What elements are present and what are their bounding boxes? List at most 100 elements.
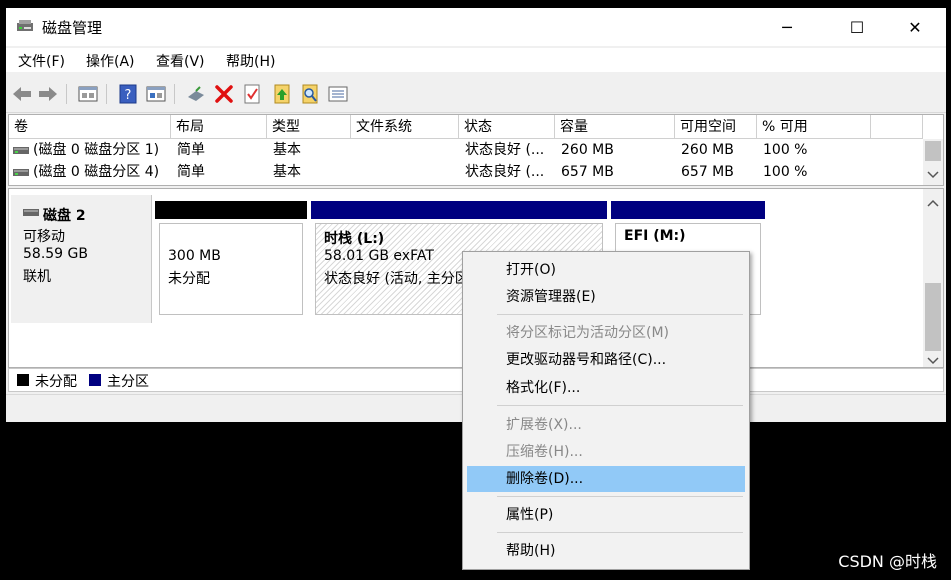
menu-separator <box>497 532 743 533</box>
cell-type: 基本 <box>273 164 301 180</box>
partition-bar <box>611 201 765 219</box>
column-header-status[interactable]: 状态 <box>459 115 555 139</box>
menu-separator <box>497 405 743 406</box>
disk-info[interactable]: 磁盘 2 可移动 58.59 GB 联机 <box>11 195 152 323</box>
cell-status: 状态良好 (... <box>465 164 545 180</box>
check-icon[interactable] <box>242 84 262 104</box>
volume-icon <box>13 169 29 176</box>
chevron-down-icon[interactable] <box>927 357 939 365</box>
column-header-empty <box>871 115 923 139</box>
disk-status: 联机 <box>23 269 51 285</box>
scrollbar-thumb[interactable] <box>925 283 941 351</box>
cell-free-space: 657 MB <box>681 164 734 180</box>
connect-icon[interactable] <box>186 84 206 104</box>
partition-bar <box>311 201 607 219</box>
watermark: CSDN @时栈 <box>838 552 937 571</box>
help-icon[interactable]: ? <box>118 84 138 104</box>
partition-bar <box>155 201 307 219</box>
menu-file[interactable]: 文件(F) <box>18 51 65 71</box>
context-menu: 打开(O) 资源管理器(E) 将分区标记为活动分区(M) 更改驱动器号和路径(C… <box>462 251 750 570</box>
partition-body[interactable]: 300 MB 未分配 <box>159 223 303 315</box>
minimize-button[interactable]: ─ <box>764 8 810 46</box>
legend-swatch-unallocated <box>17 374 29 386</box>
delete-icon[interactable] <box>214 84 234 104</box>
properties-icon[interactable] <box>78 84 98 104</box>
cell-percent-free: 100 % <box>763 164 808 180</box>
menu-delete-volume[interactable]: 删除卷(D)... <box>467 466 745 492</box>
disk-icon <box>23 209 39 216</box>
menu-action[interactable]: 操作(A) <box>86 51 135 71</box>
title-bar[interactable]: 磁盘管理 ─ ☐ ✕ <box>6 8 946 46</box>
menu-explorer[interactable]: 资源管理器(E) <box>467 284 745 310</box>
disk-name: 磁盘 2 <box>43 208 86 224</box>
up-folder-icon[interactable] <box>272 84 292 104</box>
menu-help[interactable]: 帮助(H) <box>226 51 275 71</box>
menu-change-drive-letter[interactable]: 更改驱动器号和路径(C)... <box>467 347 745 373</box>
column-header-filesystem[interactable]: 文件系统 <box>351 115 459 139</box>
column-header-volume[interactable]: 卷 <box>9 115 171 139</box>
toolbar: ? <box>6 74 946 113</box>
toolbar-separator <box>174 84 175 104</box>
close-icon: ✕ <box>908 17 922 37</box>
menu-bar: 文件(F) 操作(A) 查看(V) 帮助(H) <box>6 48 946 72</box>
cell-layout: 简单 <box>177 164 205 180</box>
maximize-button[interactable]: ☐ <box>834 8 880 46</box>
column-header-percent-free[interactable]: % 可用 <box>757 115 871 139</box>
menu-shrink-volume: 压缩卷(H)... <box>506 444 583 460</box>
disk-size: 58.59 GB <box>23 246 88 262</box>
search-folder-icon[interactable] <box>300 84 320 104</box>
legend-swatch-primary <box>89 374 101 386</box>
menu-properties[interactable]: 属性(P) <box>467 502 745 528</box>
close-button[interactable]: ✕ <box>892 8 938 46</box>
partition-title: EFI (M:) <box>624 228 686 244</box>
cell-volume: (磁盘 0 磁盘分区 4) <box>33 164 160 180</box>
list-view-icon[interactable] <box>328 84 348 104</box>
cell-free-space: 260 MB <box>681 142 734 158</box>
toolbar-separator <box>106 84 107 104</box>
cell-capacity: 657 MB <box>561 164 614 180</box>
partition-size: 300 MB <box>168 248 221 264</box>
svg-text:?: ? <box>125 88 132 103</box>
cell-layout: 简单 <box>177 142 205 158</box>
menu-help-item[interactable]: 帮助(H) <box>467 538 745 564</box>
volume-list-scrollbar[interactable] <box>923 139 943 185</box>
column-header-capacity[interactable]: 容量 <box>555 115 675 139</box>
menu-separator <box>497 314 743 315</box>
window-title: 磁盘管理 <box>42 19 103 37</box>
menu-open[interactable]: 打开(O) <box>467 257 745 283</box>
graph-scrollbar[interactable] <box>923 189 943 367</box>
menu-mark-active: 将分区标记为活动分区(M) <box>506 325 670 341</box>
partition-title: 时栈 (L:) <box>324 231 385 247</box>
table-row[interactable]: (磁盘 0 磁盘分区 4) 简单 基本 状态良好 (... 657 MB 657… <box>9 161 923 181</box>
scrollbar-thumb[interactable] <box>925 141 941 161</box>
column-header-type[interactable]: 类型 <box>267 115 351 139</box>
back-icon[interactable] <box>12 84 32 104</box>
menu-separator <box>497 496 743 497</box>
maximize-icon: ☐ <box>849 17 865 37</box>
partition-unallocated[interactable]: 300 MB 未分配 <box>155 201 307 319</box>
table-row[interactable]: (磁盘 0 磁盘分区 1) 简单 基本 状态良好 (... 260 MB 260… <box>9 139 923 161</box>
toolbar-separator <box>66 84 67 104</box>
column-header-free-space[interactable]: 可用空间 <box>675 115 757 139</box>
legend-label-primary: 主分区 <box>107 374 149 390</box>
cell-status: 状态良好 (... <box>465 142 545 158</box>
show-hide-icon[interactable] <box>146 84 166 104</box>
disk-management-icon <box>17 20 33 31</box>
menu-extend-volume: 扩展卷(X)... <box>506 417 582 433</box>
volume-icon <box>13 147 29 154</box>
chevron-down-icon[interactable] <box>927 171 939 179</box>
volume-list: 卷 布局 类型 文件系统 状态 容量 可用空间 % 可用 (磁盘 0 磁盘分区 … <box>8 114 944 186</box>
legend-label-unallocated: 未分配 <box>35 374 77 390</box>
cell-percent-free: 100 % <box>763 142 808 158</box>
partition-status: 状态良好 (活动, 主分区) <box>324 271 475 287</box>
partition-size: 58.01 GB exFAT <box>324 248 434 264</box>
column-header-layout[interactable]: 布局 <box>171 115 267 139</box>
chevron-up-icon[interactable] <box>927 199 939 207</box>
menu-format[interactable]: 格式化(F)... <box>467 375 745 401</box>
disk-type: 可移动 <box>23 229 65 245</box>
menu-view[interactable]: 查看(V) <box>156 51 205 71</box>
minimize-icon: ─ <box>782 17 792 37</box>
cell-volume: (磁盘 0 磁盘分区 1) <box>33 142 160 158</box>
forward-icon[interactable] <box>38 84 58 104</box>
cell-type: 基本 <box>273 142 301 158</box>
